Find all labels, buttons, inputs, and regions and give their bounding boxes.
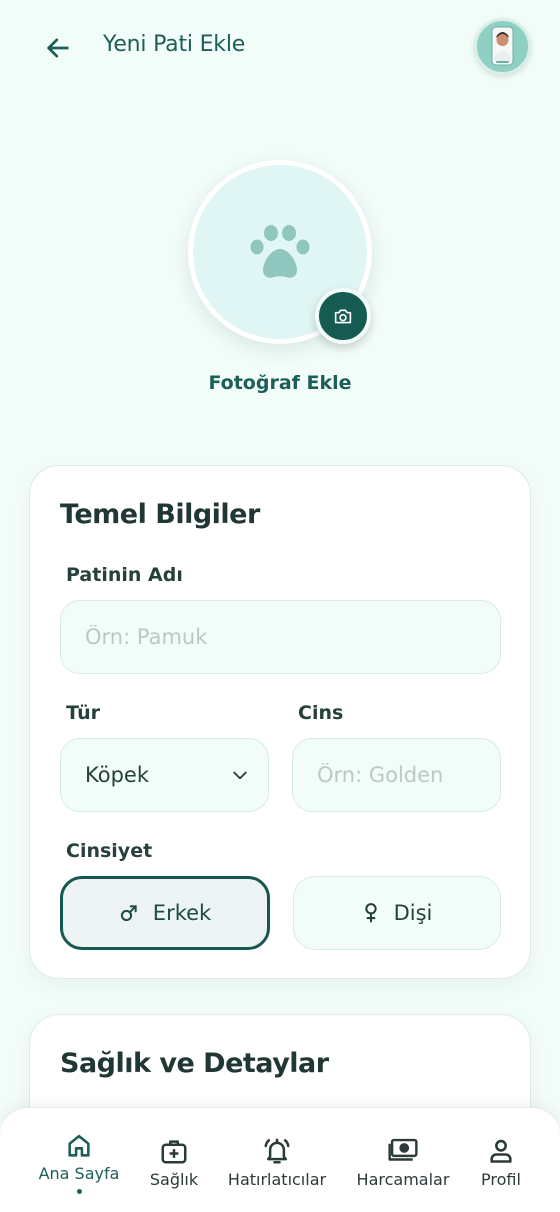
section-title-basic: Temel Bilgiler [60,499,260,530]
gender-male-button[interactable]: Erkek [60,876,270,950]
nav-label-reminders: Hatırlatıcılar [227,1170,327,1189]
basic-info-card: Temel Bilgiler Patinin Adı Tür Köpek Cin… [29,465,531,979]
person-icon [490,1139,512,1163]
back-button[interactable] [38,28,78,68]
bell-icon [264,1138,290,1164]
gender-female-button[interactable]: Dişi [293,876,501,950]
page-title: Yeni Pati Ekle [103,32,246,57]
nav-label-expenses: Harcamalar [356,1170,450,1189]
chevron-down-icon [233,771,247,780]
nav-label-health: Sağlık [149,1170,199,1189]
medical-kit-icon [161,1140,187,1164]
type-label: Tür [66,702,101,724]
type-select[interactable]: Köpek [60,738,269,812]
nav-label-home: Ana Sayfa [38,1164,120,1183]
gender-male-label: Erkek [152,901,212,925]
gender-label: Cinsiyet [66,840,153,862]
app-header: Yeni Pati Ekle [0,0,560,94]
male-icon [120,905,137,922]
nav-label-profile: Profil [481,1170,521,1189]
pet-name-input[interactable] [60,600,501,674]
paw-icon [250,225,310,278]
photo-uploader[interactable] [188,160,372,344]
section-title-health: Sağlık ve Detaylar [60,1048,329,1079]
type-select-value: Köpek [85,763,149,787]
female-icon [364,903,377,923]
nav-item-home[interactable]: Ana Sayfa [36,1128,122,1194]
pet-name-label: Patinin Adı [66,564,183,586]
breed-input[interactable] [292,738,501,812]
nav-item-health[interactable]: Sağlık [140,1134,208,1189]
nav-item-reminders[interactable]: Hatırlatıcılar [226,1134,328,1189]
nav-item-profile[interactable]: Profil [470,1134,532,1189]
money-icon [388,1138,418,1161]
gender-female-label: Dişi [393,901,433,925]
camera-button[interactable] [315,288,371,344]
nav-item-expenses[interactable]: Harcamalar [352,1134,454,1189]
nav-active-indicator [76,1189,82,1194]
user-avatar[interactable] [474,18,531,75]
bottom-navigation: Ana Sayfa Sağlık Hatırlatıcılar Harcamal… [0,1107,560,1212]
breed-label: Cins [298,702,344,724]
camera-icon [334,309,352,324]
arrow-left-icon [47,38,69,58]
home-icon [68,1134,90,1157]
add-photo-link[interactable]: Fotoğraf Ekle [0,372,560,394]
